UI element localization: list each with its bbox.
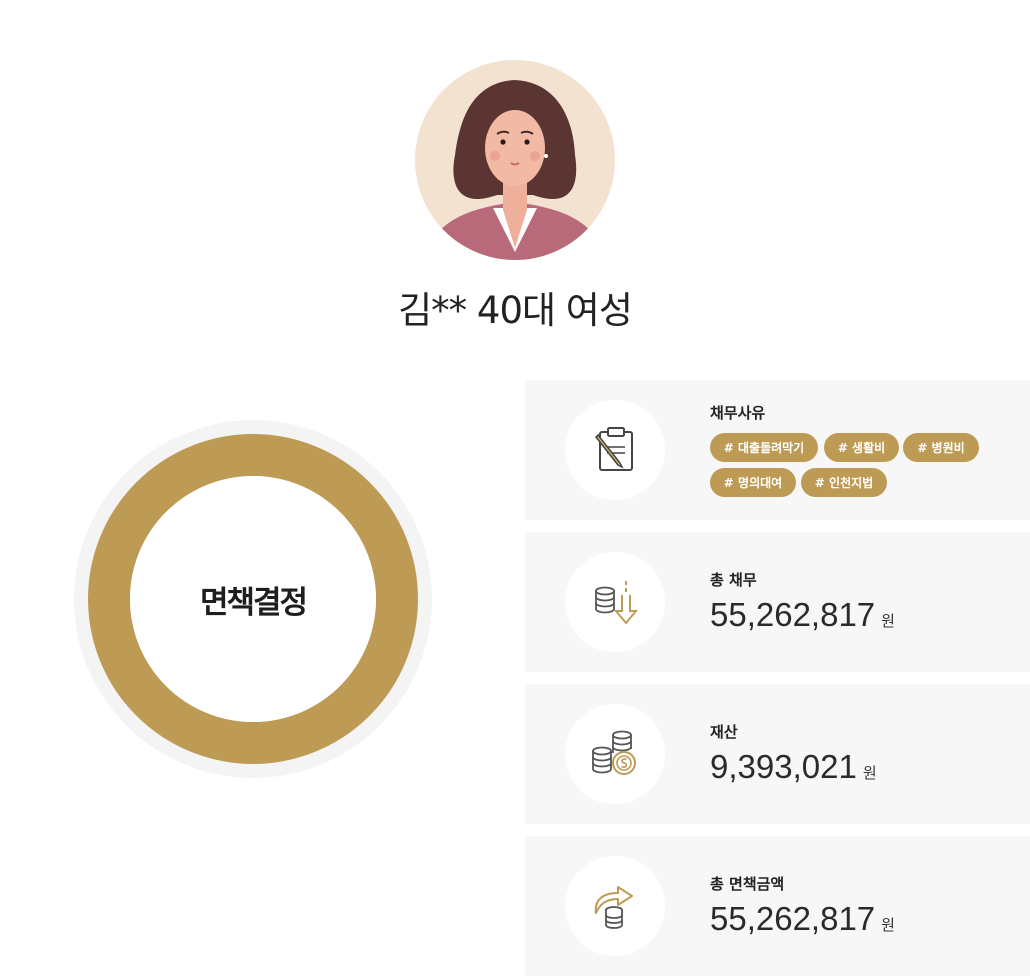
coins-exchange-arrow-icon <box>565 856 665 956</box>
debt-reason-label: 채무사유 <box>710 404 766 422</box>
assets-value-row: 9,393,021 원 <box>710 748 877 786</box>
tag-item: # 명의대여 <box>710 468 796 497</box>
total-exemption-value: 55,262,817 <box>710 900 876 937</box>
clipboard-pencil-icon <box>565 400 665 500</box>
coins-down-arrow-icon <box>565 552 665 652</box>
total-exemption-card: 총 면책금액 55,262,817 원 <box>525 836 1030 976</box>
person-title: 김** 40대 여성 <box>0 280 1030 334</box>
assets-value: 9,393,021 <box>710 748 857 785</box>
total-debt-value-row: 55,262,817 원 <box>710 596 895 634</box>
result-label: 면책결정 <box>199 584 308 621</box>
tag-item: # 대출돌려막기 <box>710 433 818 462</box>
coin-stacks-icon <box>565 704 665 804</box>
tag-item: # 생활비 <box>824 433 899 462</box>
total-debt-label: 총 채무 <box>710 571 757 589</box>
total-exemption-label: 총 면책금액 <box>710 875 785 893</box>
assets-unit: 원 <box>862 765 877 782</box>
person-gender: 여성 <box>565 289 633 332</box>
debt-reason-card: 채무사유 # 대출돌려막기 # 생활비 # 병원비 # 명의대여 # 인천지법 <box>525 380 1030 520</box>
total-debt-card: 총 채무 55,262,817 원 <box>525 532 1030 672</box>
total-debt-value: 55,262,817 <box>710 596 876 633</box>
tag-item: # 병원비 <box>903 433 979 462</box>
total-exemption-unit: 원 <box>881 917 895 934</box>
assets-label: 재산 <box>710 723 738 741</box>
assets-card: 재산 9,393,021 원 <box>525 684 1030 824</box>
person-name: 김** <box>398 289 467 332</box>
total-debt-unit: 원 <box>881 613 895 630</box>
tag-item: # 인천지법 <box>801 468 887 497</box>
avatar <box>415 60 615 260</box>
result-ring: 면책결정 <box>74 420 432 778</box>
person-age-group: 40대 <box>476 289 556 332</box>
total-exemption-value-row: 55,262,817 원 <box>710 900 895 938</box>
